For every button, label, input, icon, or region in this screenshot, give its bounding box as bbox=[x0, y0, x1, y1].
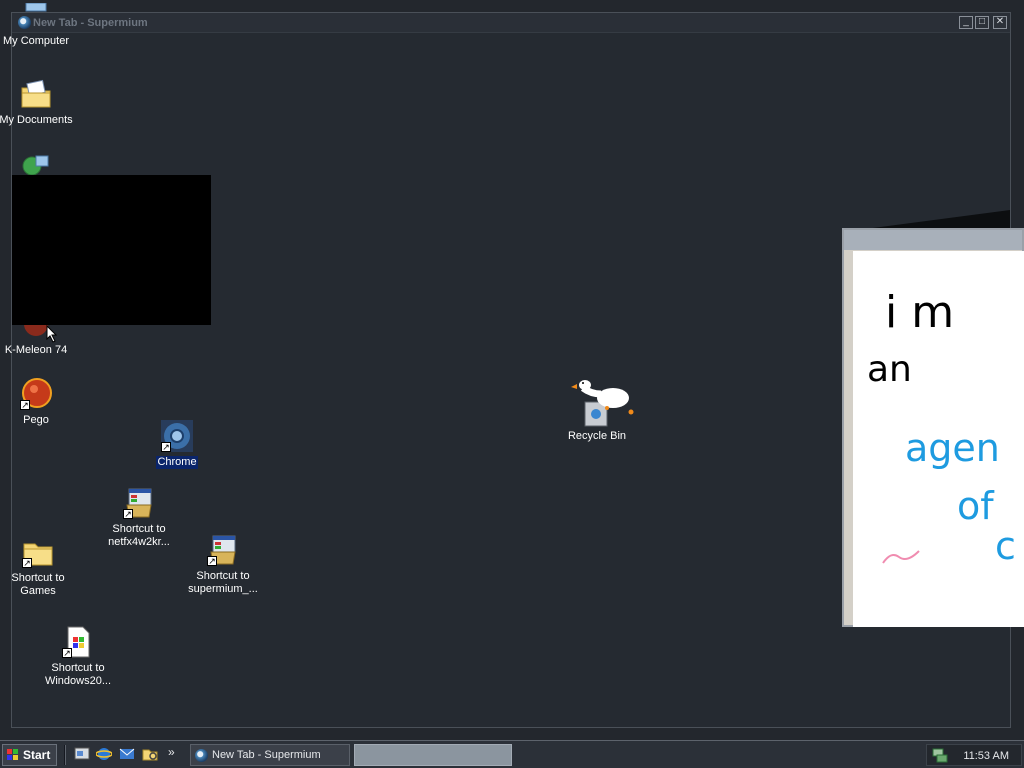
folder-icon: ↗ bbox=[22, 536, 54, 568]
start-button[interactable]: Start bbox=[2, 744, 57, 766]
desktop-icon-pego[interactable]: ↗ Pego bbox=[0, 378, 76, 427]
desktop-icon-label: Recycle Bin bbox=[567, 430, 627, 442]
desktop-icon-my-computer[interactable]: My Computer bbox=[0, 2, 76, 48]
quick-launch-overflow-chevron[interactable]: » bbox=[168, 745, 175, 759]
pink-squiggle bbox=[882, 550, 920, 564]
taskbar-window-label: New Tab - Supermium bbox=[212, 749, 321, 761]
show-desktop-icon[interactable] bbox=[74, 746, 90, 762]
window-title-bar[interactable]: New Tab - Supermium _ □ ✕ bbox=[12, 13, 1010, 33]
desktop-icon-windows-shortcut[interactable]: ↗ Shortcut to Windows20... bbox=[38, 626, 118, 688]
desktop-icon-label: Shortcut to netfx4w2kr... bbox=[108, 523, 170, 548]
close-button[interactable]: ✕ bbox=[993, 16, 1007, 29]
network-tray-icon[interactable] bbox=[932, 748, 948, 763]
drawing-canvas[interactable]: i m an agen of c bbox=[853, 251, 1024, 627]
taskbar: Start » New Tab - Supermium 11:53 AM bbox=[0, 740, 1024, 768]
shortcut-arrow-icon: ↗ bbox=[20, 400, 30, 410]
maximize-button[interactable]: □ bbox=[975, 16, 989, 29]
mouse-cursor-icon bbox=[46, 325, 58, 343]
desktop-icon-my-documents[interactable]: My Documents bbox=[0, 78, 76, 127]
installer-icon: ↗ bbox=[207, 534, 239, 566]
installer-icon: ↗ bbox=[123, 487, 155, 519]
desktop-icon-label: My Computer bbox=[2, 35, 70, 47]
shortcut-arrow-icon: ↗ bbox=[123, 509, 133, 519]
shortcut-arrow-icon: ↗ bbox=[62, 648, 72, 658]
desktop-icon-supermium-shortcut[interactable]: ↗ Shortcut to supermium_... bbox=[183, 534, 263, 596]
desktop-icon-netfx-shortcut[interactable]: ↗ Shortcut to netfx4w2kr... bbox=[99, 487, 179, 549]
handwriting-line: c bbox=[995, 524, 1016, 568]
desktop-icon-label: Shortcut to supermium_... bbox=[188, 570, 258, 595]
taskbar-window-button[interactable]: New Tab - Supermium bbox=[190, 744, 350, 766]
desktop-icon-label: Shortcut to Windows20... bbox=[44, 662, 112, 687]
desktop-icon-label: Chrome bbox=[156, 456, 198, 469]
outlook-express-icon[interactable] bbox=[119, 746, 135, 762]
folder-documents-icon bbox=[20, 78, 52, 110]
windows-explorer-icon[interactable] bbox=[142, 746, 158, 762]
desktop: New Tab - Supermium _ □ ✕ My Computer My… bbox=[0, 0, 1024, 740]
document-icon: ↗ bbox=[62, 626, 94, 658]
desktop-icon-chrome[interactable]: ↗ Chrome bbox=[137, 420, 217, 469]
system-tray: 11:53 AM bbox=[926, 744, 1022, 766]
start-label: Start bbox=[23, 748, 51, 762]
paint-window[interactable]: i m an agen of c bbox=[842, 228, 1024, 627]
black-overlay bbox=[12, 175, 211, 325]
supermium-icon bbox=[195, 749, 208, 762]
minimize-button[interactable]: _ bbox=[959, 16, 973, 29]
shortcut-arrow-icon: ↗ bbox=[22, 558, 32, 568]
taskbar-separator bbox=[64, 745, 66, 765]
handwriting-line: agen bbox=[905, 426, 1000, 470]
pego-icon: ↗ bbox=[20, 378, 52, 410]
desktop-icon-label: Pego bbox=[23, 414, 49, 426]
internet-explorer-icon[interactable] bbox=[96, 746, 112, 762]
shortcut-arrow-icon: ↗ bbox=[161, 442, 171, 452]
windows-logo-icon bbox=[7, 749, 18, 760]
recycle-bin-icon bbox=[557, 378, 637, 428]
handwriting-line: of bbox=[957, 484, 995, 528]
desktop-icon-label: My Documents bbox=[0, 114, 73, 126]
desktop-icon-label: K-Meleon 74 bbox=[4, 344, 68, 356]
my-computer-icon bbox=[20, 2, 52, 31]
handwriting-line: an bbox=[867, 349, 912, 390]
desktop-icon-label: Shortcut to Games bbox=[11, 572, 65, 597]
desktop-icon-games-shortcut[interactable]: ↗ Shortcut to Games bbox=[0, 536, 78, 598]
desktop-icon-recycle-bin[interactable]: Recycle Bin bbox=[557, 378, 637, 443]
paint-title-bar[interactable] bbox=[844, 230, 1022, 250]
handwriting-line: i m bbox=[885, 287, 954, 338]
clock[interactable]: 11:53 AM bbox=[963, 746, 1009, 766]
taskbar-empty-button[interactable] bbox=[354, 744, 512, 766]
chrome-icon: ↗ bbox=[161, 420, 193, 452]
shortcut-arrow-icon: ↗ bbox=[207, 556, 217, 566]
